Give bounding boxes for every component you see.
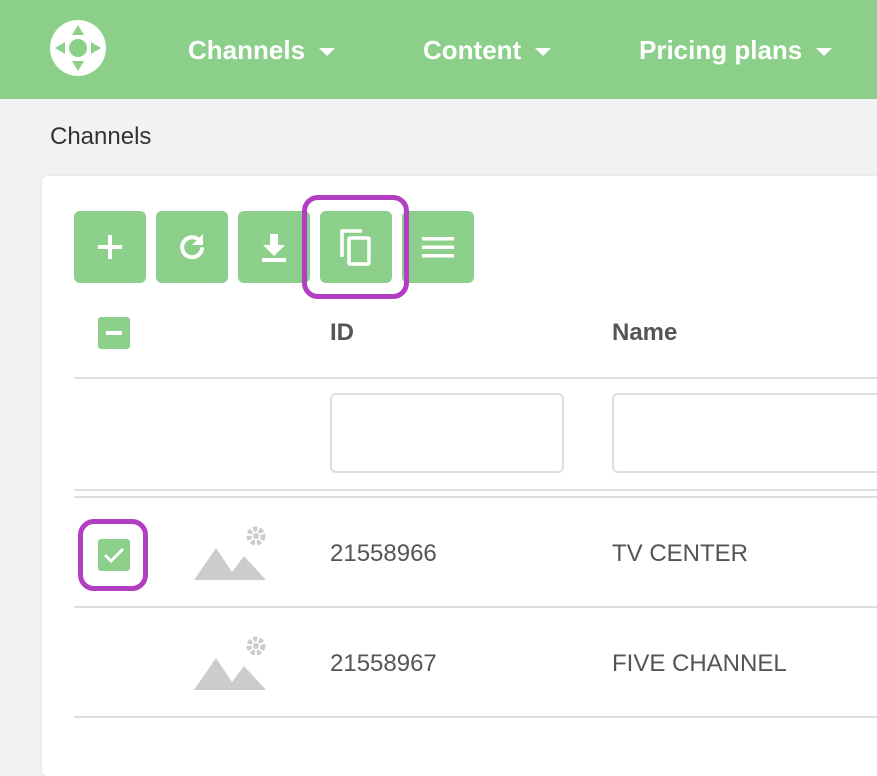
divider (74, 489, 877, 491)
nav-item-label: Channels (188, 34, 306, 65)
name-filter-input[interactable] (612, 393, 877, 473)
copy-icon (340, 229, 371, 266)
nav-item-content[interactable]: Content (423, 34, 552, 66)
id-filter-input[interactable] (330, 393, 564, 473)
row-id: 21558966 (330, 540, 437, 567)
nav-item-pricing-plans[interactable]: Pricing plans (639, 34, 833, 66)
menu-icon (422, 237, 454, 258)
copy-button[interactable] (320, 211, 392, 283)
row-checkbox[interactable] (98, 539, 130, 571)
nav-item-label: Content (423, 34, 522, 65)
columns-menu-button[interactable] (402, 211, 474, 283)
top-nav-bar: Channels Content Pricing plans (0, 0, 877, 99)
breadcrumb: Channels (50, 123, 152, 150)
divider (74, 377, 877, 379)
refresh-button[interactable] (156, 211, 228, 283)
divider (74, 716, 877, 718)
download-icon (262, 234, 286, 262)
row-name[interactable]: TV CENTER (612, 540, 748, 568)
select-all-checkbox[interactable] (98, 317, 130, 349)
checkmark-icon (103, 547, 125, 564)
chevron-down-icon (319, 48, 336, 56)
plus-icon (98, 235, 122, 259)
row-id: 21558967 (330, 650, 437, 677)
image-placeholder-icon (194, 526, 266, 580)
add-button[interactable] (74, 211, 146, 283)
download-button[interactable] (238, 211, 310, 283)
minus-icon (106, 331, 122, 335)
row-name[interactable]: FIVE CHANNEL (612, 650, 787, 678)
column-header-id[interactable]: ID (330, 319, 354, 347)
nav-item-channels[interactable]: Channels (188, 34, 336, 66)
divider (74, 606, 877, 608)
image-placeholder-icon (194, 636, 266, 690)
refresh-icon (180, 234, 204, 260)
column-header-name[interactable]: Name (612, 319, 677, 347)
chevron-down-icon (535, 48, 552, 56)
chevron-down-icon (816, 48, 833, 56)
logo-icon[interactable] (50, 20, 106, 76)
nav-item-label: Pricing plans (639, 34, 803, 65)
divider (74, 496, 877, 498)
